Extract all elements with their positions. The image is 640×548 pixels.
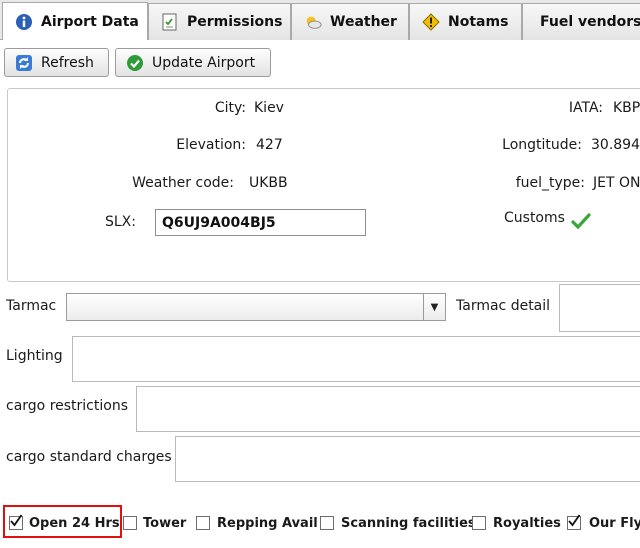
refresh-icon — [15, 54, 33, 72]
fuel-type-label: fuel_type: — [515, 175, 585, 191]
our-flyi-label: Our Flyi — [589, 516, 640, 531]
customs-label: Customs — [504, 210, 565, 226]
repping-avail-label: Repping Avail — [217, 516, 318, 531]
open-24-hrs-label: Open 24 Hrs — [29, 516, 120, 531]
royalties-checkbox[interactable] — [472, 516, 486, 530]
cargo-charges-label: cargo standard charges — [6, 449, 172, 465]
document-icon — [161, 13, 179, 31]
cargo-restrictions-field[interactable] — [136, 386, 640, 432]
city-label: City: — [214, 100, 246, 116]
tarmac-detail-field[interactable] — [559, 284, 640, 332]
iata-value: KBP — [613, 100, 640, 116]
tower-checkbox[interactable] — [123, 516, 137, 530]
weather-code-value: UKBB — [249, 175, 288, 191]
royalties-label: Royalties — [493, 516, 561, 531]
longitude-value: 30.894 — [591, 137, 640, 153]
warning-icon — [422, 13, 440, 31]
longitude-label: Longtitude: — [502, 137, 582, 153]
city-value: Kiev — [254, 100, 284, 116]
tab-airport-data[interactable]: Airport Data — [2, 2, 148, 40]
open-24-hrs-checkbox[interactable] — [9, 514, 23, 530]
iata-label: IATA: — [568, 100, 603, 116]
elevation-value: 427 — [256, 137, 283, 153]
tab-weather[interactable]: Weather — [291, 3, 409, 40]
info-icon — [15, 13, 33, 31]
weather-code-label: Weather code: — [132, 175, 234, 191]
scanning-facilities-label: Scanning facilities — [341, 516, 476, 531]
tab-permissions[interactable]: Permissions — [148, 3, 291, 40]
tab-notams[interactable]: Notams — [409, 3, 522, 40]
tab-label: Airport Data — [41, 13, 139, 30]
tab-fuel-vendors[interactable]: Fuel vendors — [522, 3, 640, 40]
repping-avail-checkbox[interactable] — [196, 516, 210, 530]
checkmark-icon — [571, 212, 591, 234]
update-airport-button[interactable]: Update Airport — [115, 48, 271, 77]
chevron-down-icon[interactable]: ▼ — [423, 294, 445, 320]
tarmac-label: Tarmac — [6, 298, 57, 314]
refresh-button[interactable]: Refresh — [4, 48, 109, 77]
refresh-label: Refresh — [41, 54, 94, 71]
slx-input[interactable] — [155, 209, 366, 236]
update-airport-label: Update Airport — [152, 54, 256, 71]
tab-bar: Airport Data Permissions Weather Notams … — [0, 0, 640, 40]
weather-icon — [304, 13, 322, 31]
lighting-field[interactable] — [72, 336, 640, 382]
elevation-label: Elevation: — [176, 137, 246, 153]
lighting-label: Lighting — [6, 348, 63, 364]
tarmac-select[interactable]: ▼ — [66, 293, 446, 321]
slx-label: SLX: — [105, 214, 136, 230]
scanning-facilities-checkbox[interactable] — [320, 516, 334, 530]
tower-label: Tower — [143, 516, 187, 531]
fuel-type-value: JET ON — [593, 175, 640, 191]
cargo-charges-field[interactable] — [175, 436, 640, 482]
cargo-restrictions-label: cargo restrictions — [6, 398, 128, 414]
our-flyi-checkbox[interactable] — [567, 514, 581, 530]
check-circle-icon — [126, 54, 144, 72]
tarmac-detail-label: Tarmac detail — [456, 298, 551, 314]
